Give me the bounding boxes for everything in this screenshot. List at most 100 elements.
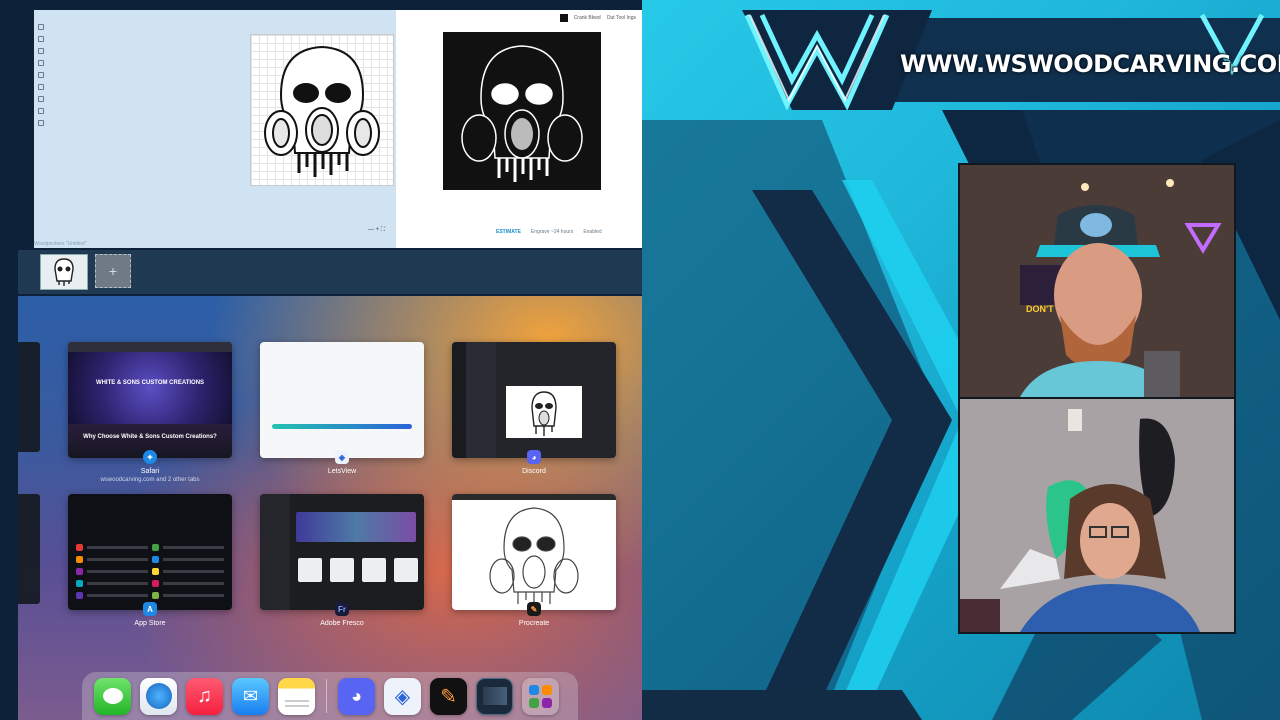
notes-icon [284,700,309,702]
dock-app-library[interactable] [522,677,559,715]
app-label-adobe-fresco: Adobe Fresco [320,620,364,627]
layers-tool-icon[interactable] [38,84,44,90]
skull-thumbnail-icon [54,258,74,286]
safari-compass-icon: ✦ [143,450,157,464]
website-hero-title: WHITE & SONS CUSTOM CREATIONS [95,380,205,386]
add-design-button[interactable]: + [95,254,131,288]
app-card-adobe-fresco[interactable] [260,494,424,610]
dock-app-messages[interactable] [94,677,131,715]
app-card-app-store[interactable] [68,494,232,610]
select-tool-icon[interactable] [38,24,44,30]
list-item [76,544,224,551]
webcam-host-feed: DON'T TREA [958,163,1236,399]
design-thumbnail[interactable] [40,254,88,290]
messages-icon [102,688,123,704]
dock-app-letsview[interactable]: ◈ [384,677,421,715]
discord-logo-icon: ◕ [351,685,362,706]
text-tool-icon[interactable] [38,60,44,66]
music-note-icon: ♫ [197,684,212,707]
engrave-preview-image [443,32,601,190]
fresco-sidebar [260,494,290,610]
app-label-safari: Safari [140,468,160,475]
fresco-promo-banner [296,512,416,542]
fresco-document-tile [394,558,418,582]
offscreen-app-card[interactable] [18,494,40,604]
dock-app-music[interactable]: ♫ [186,677,223,715]
estimate-label: ESTIMATE [496,229,521,235]
estimate-bar: ESTIMATE Engrave ~24 hours Enabled [496,229,602,235]
list-item [76,592,224,599]
settings-tool-icon[interactable] [38,120,44,126]
fresco-document-tile [298,558,322,582]
window-title: Woodpeckers "Untitled" [34,241,87,247]
engrave-preview-pane: Crank Bkwd Out Tool Ings ESTIMATE Engrav… [396,10,642,248]
dock: ♫ ✉ ◕ ◈ ✎ [82,672,578,720]
plus-icon: + [108,263,118,279]
mail-envelope-icon: ✉ [242,685,259,706]
list-item [76,568,224,575]
dock-app-procreate[interactable]: ✎ [430,677,467,715]
design-app-window: — + ⛶ Crank Bkwd Out Tool Ings ESTIMATE … [34,10,642,248]
pen-tool-icon[interactable] [38,36,44,42]
app-card-letsview[interactable] [260,342,424,458]
preview-toolbar: Crank Bkwd Out Tool Ings [559,14,636,22]
offscreen-app-card[interactable] [18,342,40,452]
app-switcher: WHITE & SONS CUSTOM CREATIONS Why Choose… [18,296,642,720]
procreate-sketch-artwork [489,507,579,606]
discord-channel-list [466,342,496,458]
recent-apps-icon [482,687,507,705]
app-card-procreate[interactable] [452,494,616,610]
letsview-logo-icon: ◈ [394,685,411,708]
app-library-grid-icon [529,684,552,708]
gas-mask-skull-artwork [264,45,380,177]
webcam-cohost-feed [958,397,1236,634]
website-url-banner: WWW.WSWOODCARVING.COM [900,50,1280,78]
design-grid-canvas[interactable] [250,34,394,186]
webcam-person-image [960,399,1234,632]
crop-tool-icon[interactable] [38,96,44,102]
design-thumbnail-strip: + [18,250,642,294]
design-canvas-pane: — + ⛶ [34,10,396,248]
discord-shared-image [506,386,582,438]
shape-tool-icon[interactable] [38,48,44,54]
procreate-brush-icon: ✎ [440,685,457,708]
toolbar-label-crank[interactable]: Crank Bkwd [574,15,601,21]
webcam-person-image: DON'T TREA [960,165,1234,397]
toolbar-label-tool[interactable]: Out Tool Ings [607,15,636,21]
material-swatch-icon[interactable] [559,14,568,22]
dock-recent-apps[interactable] [476,677,513,715]
app-store-icon: A [143,602,157,616]
safari-icon [145,683,172,709]
app-card-safari[interactable]: WHITE & SONS CUSTOM CREATIONS Why Choose… [68,342,232,458]
discord-server-rail [452,342,466,458]
image-tool-icon[interactable] [38,72,44,78]
procreate-icon: ✎ [527,602,541,616]
zoom-controls[interactable]: — + ⛶ [368,227,385,234]
list-item [76,556,224,563]
letsview-icon: ◈ [335,450,349,464]
estimate-status[interactable]: Enabled [583,229,601,235]
ipad-screen: — + ⛶ Crank Bkwd Out Tool Ings ESTIMATE … [0,0,642,720]
dock-app-notes[interactable] [278,677,315,715]
shared-skull-image [531,391,557,436]
screen: — + ⛶ Crank Bkwd Out Tool Ings ESTIMATE … [0,0,1280,720]
app-label-app-store: App Store [134,620,166,627]
dock-divider [326,679,327,713]
dock-app-safari[interactable] [140,677,177,715]
connection-progress-bar [272,424,412,429]
browser-tab-bar [68,342,232,352]
app-subtitle-safari: wswoodcarving.com and 2 other tabs [100,477,200,483]
list-item [76,580,224,587]
app-label-letsview: LetsView [327,468,357,475]
app-label-procreate: Procreate [518,620,550,627]
fresco-document-tile [330,558,354,582]
gas-mask-skull-preview [461,45,583,182]
dock-app-discord[interactable]: ◕ [338,677,375,715]
website-why-heading: Why Choose White & Sons Custom Creations… [83,434,217,440]
website-hero [68,352,232,424]
delete-tool-icon[interactable] [38,108,44,114]
estimate-time: Engrave ~24 hours [530,229,574,235]
app-card-discord[interactable] [452,342,616,458]
discord-icon: ◕ [527,450,541,464]
dock-app-mail[interactable]: ✉ [232,677,269,715]
